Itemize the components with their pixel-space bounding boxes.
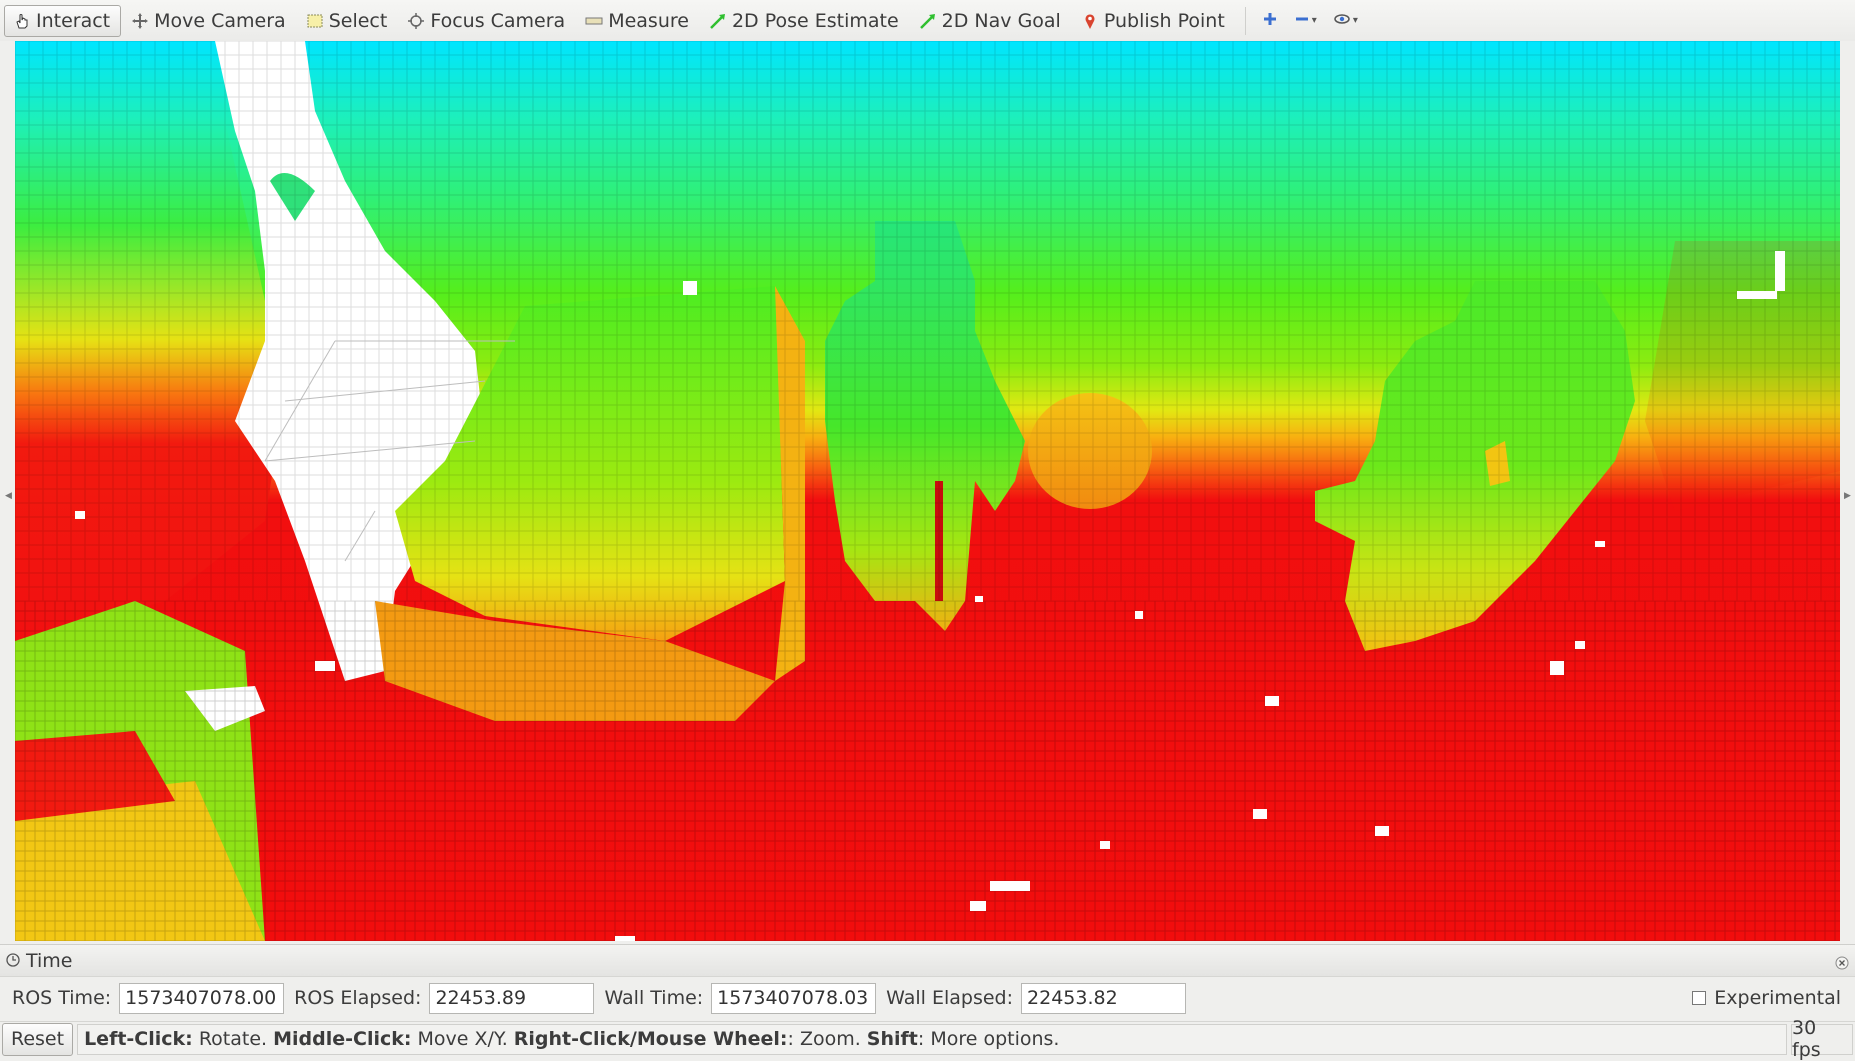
time-panel-header: Time	[0, 944, 1855, 977]
ros-elapsed-field[interactable]	[429, 982, 595, 1014]
time-panel-title: Time	[26, 949, 73, 972]
tool-focus-camera[interactable]: Focus Camera	[399, 5, 575, 37]
remove-tool-button[interactable]: ▾	[1286, 5, 1325, 37]
tool-move-camera[interactable]: Move Camera	[123, 5, 296, 37]
ros-time-label: ROS Time:	[12, 987, 112, 1009]
ros-time-field[interactable]	[119, 982, 285, 1014]
wall-time-label: Wall Time:	[604, 987, 704, 1009]
tool-label: Move Camera	[154, 9, 286, 32]
hint-key: Right-Click/Mouse Wheel:	[513, 1028, 788, 1050]
hint-key: Shift	[866, 1028, 918, 1050]
hint-key: Left-Click:	[84, 1028, 193, 1050]
chevron-down-icon: ▾	[1352, 15, 1358, 26]
wall-time-field[interactable]	[711, 982, 877, 1014]
wall-elapsed-label: Wall Elapsed:	[886, 987, 1014, 1009]
reset-button[interactable]: Reset	[2, 1022, 74, 1056]
tool-publish-point[interactable]: Publish Point	[1073, 5, 1235, 37]
tool-label: Focus Camera	[430, 9, 566, 32]
chevron-down-icon: ▾	[1311, 15, 1317, 26]
ros-elapsed-label: ROS Elapsed:	[294, 987, 422, 1009]
expand-left-icon: ◀	[5, 491, 12, 501]
select-box-icon	[306, 12, 324, 30]
hint-text: Move X/Y.	[411, 1028, 514, 1050]
toolbar-separator	[1244, 6, 1246, 35]
point-cloud-render	[15, 41, 1840, 941]
tool-bar: Interact Move Camera Select Focus Camera…	[0, 0, 1855, 42]
add-tool-icon	[1262, 10, 1278, 32]
clock-icon	[6, 950, 20, 972]
map-pin-icon	[1081, 12, 1099, 30]
hint-text: : Zoom.	[787, 1028, 867, 1050]
move-camera-icon	[131, 12, 149, 30]
close-icon[interactable]	[1835, 953, 1849, 975]
status-message: Left-Click: Rotate. Middle-Click: Move X…	[77, 1023, 1787, 1055]
tool-label: Select	[328, 9, 388, 32]
green-arrow-icon	[709, 12, 727, 30]
experimental-checkbox[interactable]	[1692, 991, 1707, 1005]
hint-text: : More options.	[917, 1028, 1060, 1050]
render-viewport[interactable]	[15, 41, 1840, 941]
experimental-label: Experimental	[1714, 987, 1841, 1009]
hint-key: Middle-Click:	[273, 1028, 412, 1050]
tool-2d-nav-goal[interactable]: 2D Nav Goal	[911, 5, 1071, 37]
expand-right-icon: ▶	[1844, 491, 1851, 501]
wall-elapsed-field[interactable]	[1021, 982, 1187, 1014]
time-panel-fields: ROS Time: ROS Elapsed: Wall Time: Wall E…	[0, 978, 1855, 1018]
tool-interact[interactable]: Interact	[4, 4, 122, 37]
hint-text: Rotate.	[192, 1028, 274, 1050]
tool-2d-pose-estimate[interactable]: 2D Pose Estimate	[701, 5, 909, 37]
hand-pointer-icon	[13, 12, 31, 30]
tool-label: Interact	[36, 9, 111, 32]
status-bar: Reset Left-Click: Rotate. Middle-Click: …	[0, 1017, 1855, 1061]
view-options-icon	[1333, 10, 1351, 32]
view-options-button[interactable]: ▾	[1325, 5, 1366, 37]
tool-measure[interactable]: Measure	[577, 5, 699, 37]
fps-counter: 30 fps	[1791, 1017, 1853, 1061]
ruler-icon	[585, 12, 603, 30]
remove-tool-icon	[1294, 10, 1310, 32]
left-dock-handle[interactable]: ◀	[0, 41, 15, 941]
focus-camera-icon	[407, 12, 425, 30]
tool-label: Publish Point	[1103, 9, 1225, 32]
tool-label: 2D Pose Estimate	[731, 9, 899, 32]
green-arrow-icon	[919, 12, 937, 30]
tool-select[interactable]: Select	[298, 5, 398, 37]
tool-label: 2D Nav Goal	[941, 9, 1061, 32]
tool-label: Measure	[608, 9, 689, 32]
add-tool-button[interactable]	[1254, 5, 1286, 37]
right-dock-handle[interactable]: ▶	[1840, 41, 1855, 941]
